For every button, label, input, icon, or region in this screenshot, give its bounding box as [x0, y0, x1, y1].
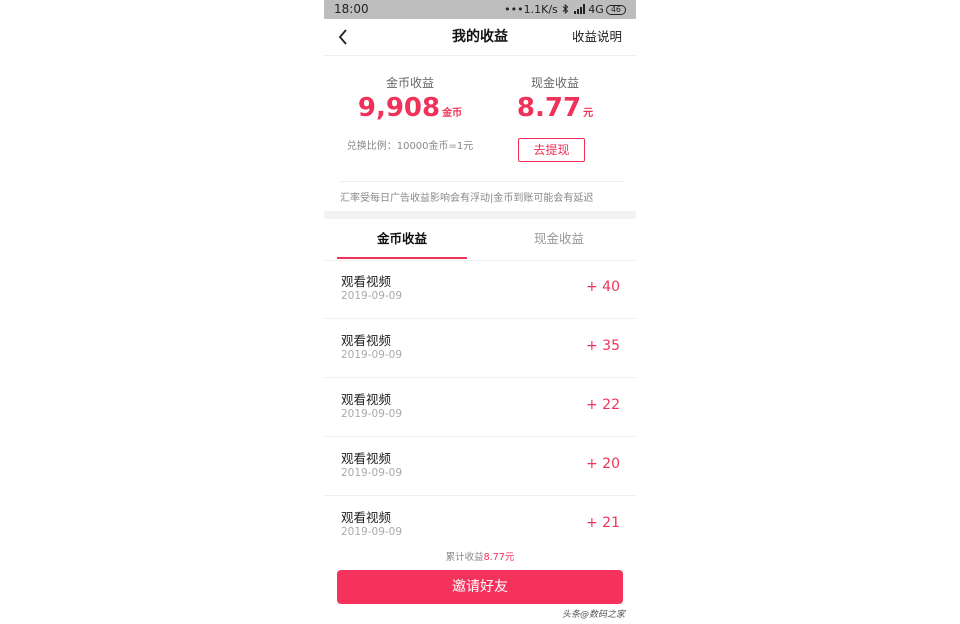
record-amount: + 22 — [586, 397, 620, 413]
record-title: 观看视频 — [341, 451, 392, 466]
record-title: 观看视频 — [341, 333, 392, 348]
record-amount: + 21 — [586, 515, 620, 531]
coin-earnings-unit: 金币 — [442, 108, 463, 119]
cash-earnings-label: 现金收益 — [530, 76, 579, 90]
record-date: 2019-09-09 — [341, 408, 403, 420]
nav-bar: 我的收益 收益说明 — [324, 19, 636, 56]
earnings-summary: 金币收益 9,908 金币 现金收益 8.77 元 兑换比例：10000金币=1元 … — [324, 56, 636, 211]
record-title: 观看视频 — [341, 392, 392, 407]
status-time: 18:00 — [334, 2, 369, 16]
record-date: 2019-09-09 — [341, 349, 403, 361]
status-bar: 18:00 •••1.1K/s 4G 46 — [324, 0, 636, 19]
exchange-rate: 兑换比例：10000金币=1元 — [346, 141, 474, 152]
chevron-left-icon[interactable] — [332, 25, 356, 49]
cash-earnings-amount: 8.77 元 — [477, 93, 633, 123]
total-earnings: 累计收益8.77元 — [324, 549, 636, 563]
status-right: •••1.1K/s 4G 46 — [504, 0, 626, 19]
section-gap — [324, 211, 636, 219]
invite-friends-button[interactable]: 邀请好友 — [337, 570, 623, 604]
bluetooth-icon — [562, 3, 569, 15]
cash-earnings-value: 8.77 — [516, 93, 582, 123]
record-title: 观看视频 — [341, 510, 392, 525]
record-title: 观看视频 — [341, 274, 392, 289]
total-earnings-label: 累计收益 — [445, 552, 484, 563]
rate-notice: 汇率受每日广告收益影响会有浮动|金币到账可能会有延迟 — [340, 193, 594, 204]
list-item: 观看视频 2019-09-09 + 22 — [324, 378, 636, 437]
cash-earnings: 现金收益 8.77 元 — [477, 74, 633, 123]
tab-coin-earnings[interactable]: 金币收益 — [337, 219, 467, 259]
earnings-info-link[interactable]: 收益说明 — [572, 19, 622, 55]
signal-dots-icon: ••• — [504, 3, 524, 16]
coin-earnings: 金币收益 9,908 金币 — [332, 74, 488, 123]
phone-screen: 18:00 •••1.1K/s 4G 46 我的收益 收益说明 金币收益 9,90… — [324, 0, 636, 624]
active-tab-indicator — [337, 257, 467, 259]
record-amount: + 20 — [586, 456, 620, 472]
earnings-tabs: 金币收益 现金收益 — [324, 219, 636, 261]
coin-earnings-label: 金币收益 — [385, 76, 434, 90]
withdraw-button[interactable]: 去提现 — [518, 138, 585, 162]
record-date: 2019-09-09 — [341, 467, 403, 479]
record-amount: + 40 — [586, 279, 620, 295]
coin-earnings-amount: 9,908 金币 — [332, 93, 488, 123]
tab-cash-earnings[interactable]: 现金收益 — [494, 219, 624, 259]
network-speed: 1.1K/s — [523, 3, 558, 16]
earnings-list[interactable]: 观看视频 2019-09-09 + 40 观看视频 2019-09-09 + 3… — [324, 260, 636, 542]
signal-bars-icon — [573, 4, 585, 14]
network-type: 4G — [588, 3, 604, 16]
total-earnings-value: 8.77元 — [483, 552, 515, 563]
battery-icon: 46 — [605, 5, 626, 15]
record-amount: + 35 — [586, 338, 620, 354]
watermark: 头条@数码之家 — [562, 610, 626, 620]
list-item: 观看视频 2019-09-09 + 35 — [324, 319, 636, 378]
list-item: 观看视频 2019-09-09 + 40 — [324, 260, 636, 319]
list-item: 观看视频 2019-09-09 + 21 — [324, 496, 636, 542]
coin-earnings-value: 9,908 — [357, 93, 441, 123]
list-item: 观看视频 2019-09-09 + 20 — [324, 437, 636, 496]
cash-earnings-unit: 元 — [583, 108, 594, 119]
record-date: 2019-09-09 — [341, 290, 403, 302]
divider — [340, 181, 624, 182]
record-date: 2019-09-09 — [341, 526, 403, 538]
